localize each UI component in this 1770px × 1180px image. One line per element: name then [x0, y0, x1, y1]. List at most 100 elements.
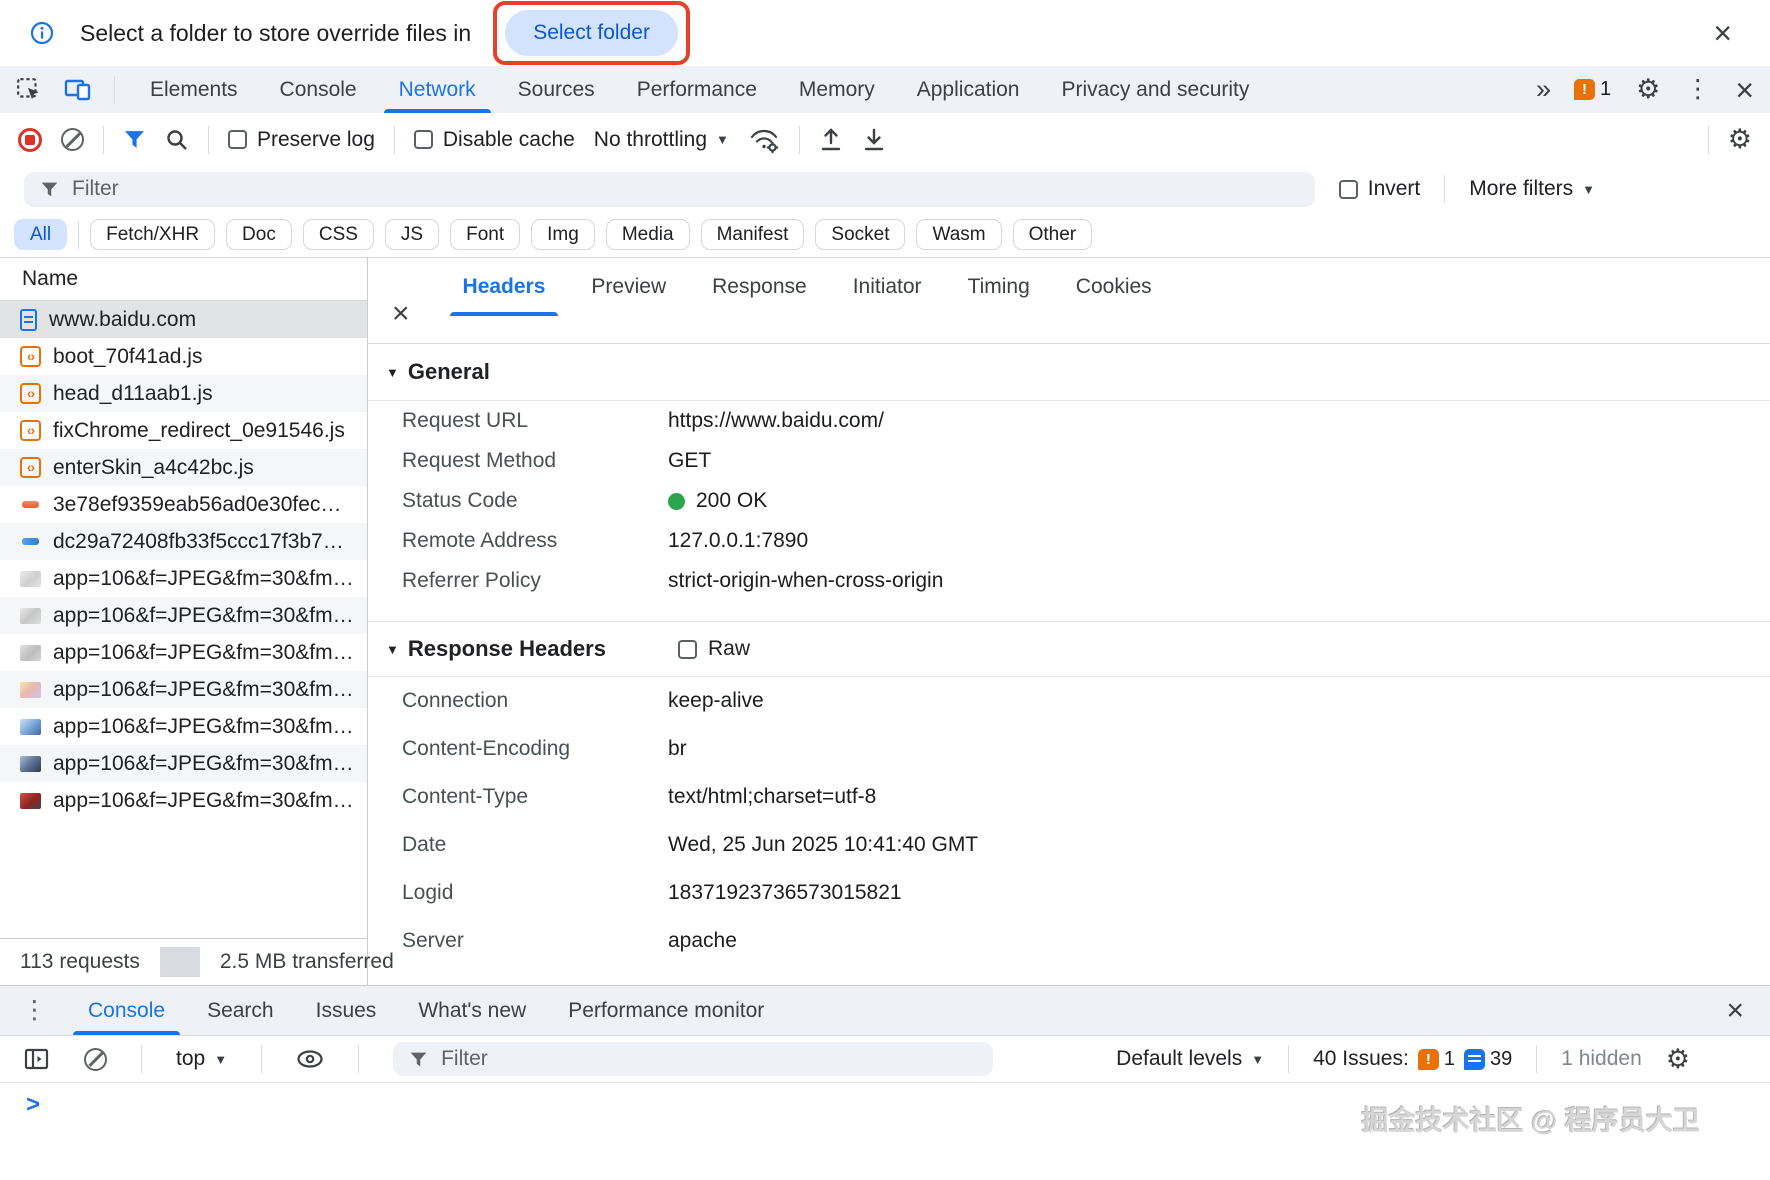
disable-cache-checkbox[interactable]	[414, 130, 433, 149]
detail-tab-preview[interactable]: Preview	[568, 258, 689, 316]
kebab-menu-icon[interactable]: ⋮	[1685, 77, 1710, 102]
drawer-kebab-menu-icon[interactable]: ⋮	[22, 998, 47, 1023]
invert-checkbox[interactable]	[1339, 180, 1358, 199]
detail-tab-headers[interactable]: Headers	[440, 258, 569, 316]
chip-img[interactable]: Img	[531, 219, 595, 250]
name-column-header[interactable]: Name	[0, 258, 367, 301]
chip-wasm[interactable]: Wasm	[916, 219, 1001, 250]
chip-css[interactable]: CSS	[303, 219, 374, 250]
preserve-log-checkbox[interactable]	[228, 130, 247, 149]
request-row[interactable]: boot_70f41ad.js	[0, 338, 367, 375]
live-expression-eye-icon[interactable]	[296, 1049, 324, 1069]
tab-sources[interactable]: Sources	[497, 66, 616, 113]
request-row[interactable]: dc29a72408fb33f5ccc17f3b7…	[0, 523, 367, 560]
header-value-text: text/html;charset=utf-8	[668, 785, 876, 809]
request-list: www.baidu.comboot_70f41ad.jshead_d11aab1…	[0, 301, 367, 938]
request-row[interactable]: enterSkin_a4c42bc.js	[0, 449, 367, 486]
drawer-tabs: ConsoleSearchIssuesWhat's newPerformance…	[67, 986, 785, 1035]
detail-tab-initiator[interactable]: Initiator	[830, 258, 945, 316]
drawer-tab-search[interactable]: Search	[186, 986, 295, 1035]
network-conditions-icon[interactable]	[748, 126, 780, 154]
drawer-tab-console[interactable]: Console	[67, 986, 186, 1035]
chip-doc[interactable]: Doc	[226, 219, 292, 250]
request-row[interactable]: app=106&f=JPEG&fm=30&fm…	[0, 560, 367, 597]
import-har-icon[interactable]	[819, 127, 843, 153]
detail-tab-response[interactable]: Response	[689, 258, 830, 316]
request-row[interactable]: app=106&f=JPEG&fm=30&fm…	[0, 634, 367, 671]
settings-gear-icon[interactable]: ⚙	[1636, 76, 1660, 103]
request-row[interactable]: 3e78ef9359eab56ad0e30fec…	[0, 486, 367, 523]
drawer-tab-performance-monitor[interactable]: Performance monitor	[547, 986, 785, 1035]
clear-network-log-icon[interactable]	[61, 128, 84, 151]
divider	[799, 126, 800, 154]
request-row[interactable]: app=106&f=JPEG&fm=30&fm…	[0, 782, 367, 819]
header-row: Content-Typetext/html;charset=utf-8	[368, 773, 1770, 821]
divider	[103, 126, 104, 154]
tab-memory[interactable]: Memory	[778, 66, 896, 113]
chip-socket[interactable]: Socket	[815, 219, 905, 250]
detail-tabs: HeadersPreviewResponseInitiatorTimingCoo…	[440, 258, 1175, 343]
request-row[interactable]: app=106&f=JPEG&fm=30&fm…	[0, 745, 367, 782]
raw-checkbox[interactable]	[678, 640, 697, 659]
filter-funnel-icon[interactable]	[123, 128, 146, 151]
request-row[interactable]: www.baidu.com	[0, 301, 367, 338]
more-tabs-icon[interactable]: »	[1536, 76, 1549, 103]
chip-js[interactable]: JS	[385, 219, 439, 250]
issues-error-badge[interactable]: ! 1	[1574, 78, 1611, 101]
inspect-element-icon[interactable]	[16, 77, 42, 103]
console-filter-input[interactable]: Filter	[393, 1042, 993, 1076]
general-section-header[interactable]: ▼ General	[368, 344, 1770, 401]
tab-elements[interactable]: Elements	[129, 66, 259, 113]
tab-performance[interactable]: Performance	[616, 66, 778, 113]
tab-network[interactable]: Network	[378, 66, 497, 113]
response-header-rows: Connectionkeep-aliveContent-EncodingbrCo…	[368, 677, 1770, 965]
close-details-icon[interactable]: ×	[392, 299, 410, 329]
request-name: app=106&f=JPEG&fm=30&fm…	[53, 678, 354, 702]
network-settings-gear-icon[interactable]: ⚙	[1728, 126, 1752, 153]
tab-console[interactable]: Console	[259, 66, 378, 113]
chip-other[interactable]: Other	[1013, 219, 1093, 250]
tab-privacy-and-security[interactable]: Privacy and security	[1040, 66, 1270, 113]
header-value-text: GET	[668, 449, 711, 473]
request-row[interactable]: app=106&f=JPEG&fm=30&fm…	[0, 708, 367, 745]
request-row[interactable]: app=106&f=JPEG&fm=30&fm…	[0, 671, 367, 708]
request-row[interactable]: fixChrome_redirect_0e91546.js	[0, 412, 367, 449]
header-row: Request MethodGET	[368, 441, 1770, 481]
more-filters-dropdown[interactable]: More filters ▼	[1469, 177, 1595, 201]
drawer-tab-what-s-new[interactable]: What's new	[397, 986, 547, 1035]
detail-tab-cookies[interactable]: Cookies	[1053, 258, 1175, 316]
image-thumbnail-4	[20, 682, 41, 698]
request-row[interactable]: head_d11aab1.js	[0, 375, 367, 412]
request-row[interactable]: app=106&f=JPEG&fm=30&fm…	[0, 597, 367, 634]
console-settings-gear-icon[interactable]: ⚙	[1666, 1046, 1690, 1073]
devtools-tabbar: ElementsConsoleNetworkSourcesPerformance…	[0, 66, 1770, 113]
search-icon[interactable]	[165, 128, 189, 152]
tab-application[interactable]: Application	[896, 66, 1041, 113]
drawer-close-icon[interactable]: ×	[1726, 996, 1744, 1026]
throttling-dropdown[interactable]: No throttling ▼	[594, 128, 729, 152]
context-selector-dropdown[interactable]: top ▼	[176, 1047, 227, 1071]
chip-font[interactable]: Font	[450, 219, 520, 250]
select-folder-button[interactable]: Select folder	[505, 10, 678, 56]
chip-manifest[interactable]: Manifest	[701, 219, 805, 250]
export-har-icon[interactable]	[862, 127, 886, 153]
detail-tab-timing[interactable]: Timing	[945, 258, 1053, 316]
record-network-log-icon[interactable]	[18, 128, 42, 152]
chip-all[interactable]: All	[14, 219, 67, 250]
response-headers-section-header[interactable]: ▼ Response Headers Raw	[368, 621, 1770, 677]
drawer-tab-issues[interactable]: Issues	[295, 986, 398, 1035]
script-icon	[20, 383, 41, 404]
device-toolbar-icon[interactable]	[64, 77, 92, 103]
infobar-close-icon[interactable]: ×	[1713, 17, 1732, 49]
header-key: Server	[368, 929, 668, 953]
clear-console-icon[interactable]	[84, 1048, 107, 1071]
chip-fetch-xhr[interactable]: Fetch/XHR	[90, 219, 215, 250]
issues-counter[interactable]: 40 Issues: ! 1 39	[1313, 1047, 1512, 1071]
console-sidebar-toggle-icon[interactable]	[24, 1047, 50, 1071]
log-levels-dropdown[interactable]: Default levels ▼	[1116, 1047, 1264, 1071]
console-prompt-chevron[interactable]: >	[26, 1091, 40, 1119]
header-row: Connectionkeep-alive	[368, 677, 1770, 725]
chip-media[interactable]: Media	[606, 219, 690, 250]
network-filter-input[interactable]: Filter	[24, 172, 1315, 207]
devtools-close-icon[interactable]: ×	[1735, 74, 1754, 106]
